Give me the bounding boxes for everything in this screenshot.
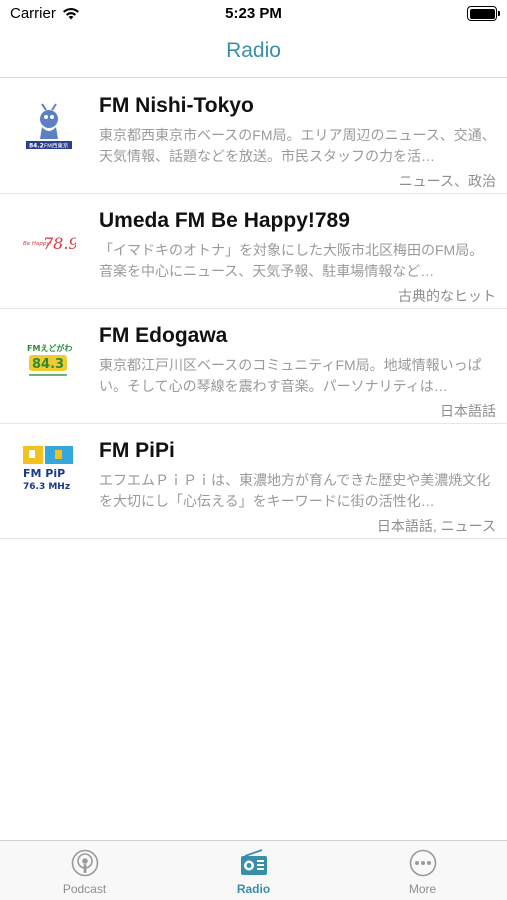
- more-icon: [409, 849, 436, 877]
- station-tags: ニュース、政治: [398, 173, 496, 189]
- fm-edogawa-logo-text: FMえどがわ: [27, 343, 72, 353]
- station-row-umeda-fm[interactable]: Be Happy! 78.9 Umeda FM Be Happy!789 「イマ…: [0, 194, 507, 309]
- fm-pipi-logo-text: FM PiP: [23, 467, 65, 480]
- station-description: 「イマドキのオトナ」を対象にした大阪市北区梅田のFM局。音楽を中心にニュース、天…: [99, 242, 484, 279]
- station-description: 東京都江戸川区ベースのコミュニティFM局。地域情報いっぱい。そして心の琴線を震わ…: [99, 357, 482, 394]
- umeda-fm-logo-number: 78.9: [43, 234, 76, 253]
- fm-nishi-tokyo-logo: 84.2 FM西東京: [22, 101, 76, 155]
- fm-nishi-tokyo-logo-number: 84.2: [29, 143, 44, 150]
- fm-pipi-logo-number: 76.3 MHz: [23, 482, 70, 492]
- station-name: FM Edogawa: [99, 324, 228, 347]
- station-row-fm-nishi-tokyo[interactable]: 84.2 FM西東京 FM Nishi-Tokyo 東京都西東京市ベースのFM局…: [0, 79, 507, 194]
- station-list: 84.2 FM西東京 FM Nishi-Tokyo 東京都西東京市ベースのFM局…: [0, 79, 507, 539]
- station-tags: 日本語話: [440, 403, 496, 419]
- status-bar: Carrier 5:23 PM: [0, 0, 507, 30]
- podcast-icon: [71, 849, 98, 877]
- radio-icon: [240, 849, 267, 875]
- tab-more[interactable]: More: [338, 841, 507, 900]
- tab-bar: Podcast Radio More: [0, 840, 507, 900]
- battery-icon: [467, 6, 500, 21]
- fm-nishi-tokyo-logo-text: FM西東京: [44, 142, 69, 150]
- tab-podcast-label: Podcast: [62, 882, 107, 896]
- station-row-fm-pipi[interactable]: FM PiP 76.3 MHz FM PiPi エフエムＰｉＰｉは、東濃地方が育…: [0, 424, 507, 539]
- station-tags: 古典的なヒット: [398, 288, 496, 304]
- tab-podcast[interactable]: Podcast: [0, 841, 169, 900]
- station-tags: 日本語話, ニュース: [376, 518, 496, 534]
- station-description: 東京都西東京市ベースのFM局。エリア周辺のニュース、交通、天気情報、話題などを放…: [99, 127, 496, 164]
- station-description: エフエムＰｉＰｉは、東濃地方が育んできた歴史や美濃焼文化を大切にし「心伝える」を…: [99, 472, 491, 509]
- station-name: Umeda FM Be Happy!789: [99, 209, 350, 232]
- status-time: 5:23 PM: [225, 5, 282, 22]
- tab-radio-label: Radio: [236, 882, 271, 896]
- fm-edogawa-logo: FMえどがわ 84.3: [22, 331, 76, 385]
- tab-more-label: More: [408, 882, 437, 896]
- station-row-fm-edogawa[interactable]: FMえどがわ 84.3 FM Edogawa 東京都江戸川区ベースのコミュニティ…: [0, 309, 507, 424]
- station-name: FM PiPi: [99, 439, 175, 462]
- tab-radio[interactable]: Radio: [169, 841, 338, 900]
- station-name: FM Nishi-Tokyo: [99, 94, 254, 117]
- navigation-bar: Radio: [0, 30, 507, 78]
- fm-edogawa-logo-number: 84.3: [32, 357, 64, 372]
- fm-pipi-logo: FM PiP 76.3 MHz: [22, 446, 76, 500]
- page-title: Radio: [226, 39, 281, 62]
- umeda-fm-logo: Be Happy! 78.9: [22, 216, 79, 270]
